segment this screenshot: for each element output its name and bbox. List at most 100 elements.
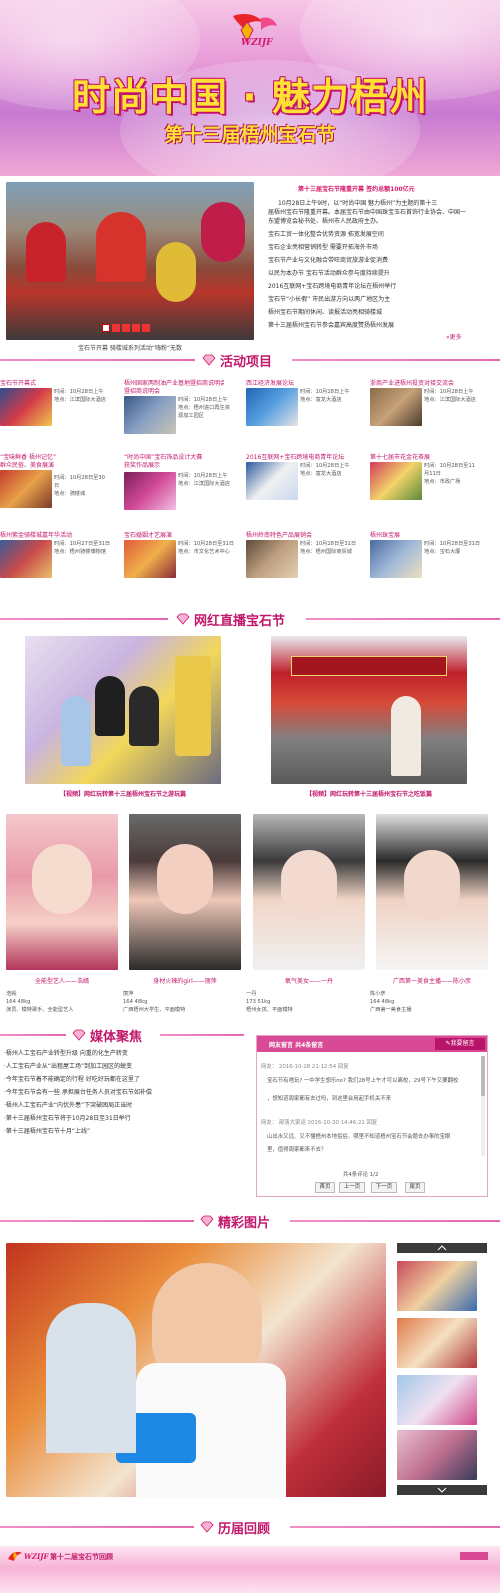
top-news-summary-1: 10月28日上午9时，以“时尚中国 魅力梧州”为主题的第十三 bbox=[278, 200, 438, 207]
gallery-thumbnail[interactable] bbox=[397, 1430, 477, 1480]
media-news-item[interactable]: ·今年宝石节着不能确定的行程 好吃好玩都在这里了 bbox=[4, 1074, 140, 1083]
activity-place: 地点：市文化艺术中心 bbox=[178, 549, 230, 555]
banner-subtitle: 第十三届梧州宝石节 bbox=[164, 124, 336, 146]
activity-time: 时间：10月28日上午 bbox=[178, 473, 228, 479]
top-news-summary-3: 东盟博览会秘书处、梧州市人民政府主办。 bbox=[268, 218, 383, 225]
news-list-item[interactable]: 宝石企业亮相营销转型 需要开拓海外市场 bbox=[268, 242, 378, 251]
diamond-icon bbox=[176, 613, 190, 625]
featured-photo[interactable] bbox=[6, 1243, 386, 1497]
chevron-up-icon bbox=[437, 1245, 447, 1251]
anchor-photo[interactable] bbox=[253, 814, 365, 970]
activity-thumbnail[interactable] bbox=[246, 462, 298, 500]
review-banner[interactable]: WZIJF 第十二届宝石节回顾 bbox=[0, 1546, 500, 1568]
activity-title[interactable]: 梧州岭南特色产品展销会 bbox=[246, 530, 364, 539]
activity-thumbnail[interactable] bbox=[246, 540, 298, 578]
activity-title[interactable]: 第十七届市花金花茶展 bbox=[370, 452, 496, 461]
activity-title[interactable]: 梧州紫金骑楼城嘉年华活动 bbox=[0, 530, 118, 539]
news-list-item[interactable]: 宝石节产业与文化融合带旺商贸旅游业促消费 bbox=[268, 255, 388, 264]
gallery-thumbnail[interactable] bbox=[397, 1261, 477, 1311]
activity-time: 时间：10月28日至30 bbox=[54, 475, 105, 481]
activity-title[interactable]: 浙商产业进梧州投资对接交流会 bbox=[370, 378, 496, 387]
activity-thumbnail[interactable] bbox=[124, 396, 176, 434]
thumbnail-scroll-down[interactable] bbox=[397, 1485, 487, 1495]
activity-time: 时间：10月28日上午 bbox=[300, 389, 350, 395]
activity-time: 时间：10月28日上午 bbox=[424, 389, 474, 395]
video-thumbnail[interactable] bbox=[25, 636, 221, 784]
next-page-button[interactable]: 下一页 bbox=[371, 1182, 397, 1193]
gallery-thumbnail[interactable] bbox=[397, 1375, 477, 1425]
anchor-name[interactable]: 身材火辣的girl——丽萍 bbox=[129, 976, 241, 985]
media-news-item[interactable]: ·人工宝石产业从“出租屋工场”到加工园区的蜕变 bbox=[4, 1061, 132, 1070]
activity-time: 时间：10月28日至11 bbox=[424, 463, 475, 469]
media-news-item[interactable]: ·梧州人工宝石产业“内忧外患”下突破困局正当时 bbox=[4, 1100, 132, 1109]
activity-thumbnail[interactable] bbox=[246, 388, 298, 426]
activity-thumbnail[interactable] bbox=[0, 540, 52, 578]
scrollbar[interactable] bbox=[481, 1056, 485, 1156]
opening-parade-photo[interactable] bbox=[6, 182, 254, 340]
section-title: 媒体聚焦 bbox=[90, 1030, 143, 1045]
anchor-photo[interactable] bbox=[376, 814, 488, 970]
activity-thumbnail[interactable] bbox=[370, 540, 422, 578]
media-news-item[interactable]: ·今年宝石节会有一些 承担展台任务人员对宝石节如补偿 bbox=[4, 1087, 152, 1096]
diamond-icon bbox=[202, 354, 216, 366]
thumbnail-scroll-up[interactable] bbox=[397, 1243, 487, 1253]
activity-place: 地点：江滨国际大酒店 bbox=[178, 481, 230, 487]
video-thumbnail[interactable] bbox=[271, 636, 467, 784]
activity-thumbnail[interactable] bbox=[0, 470, 52, 508]
message-board-title: 网友留言 共4条留言 bbox=[269, 1042, 324, 1049]
activity-title[interactable]: 梧州珠宝展 bbox=[370, 530, 488, 539]
leave-message-button[interactable]: ✎我要留言 bbox=[435, 1038, 485, 1050]
activity-time: 时间：10月28日至31日 bbox=[424, 541, 481, 547]
anchor-photo[interactable] bbox=[6, 814, 118, 970]
photo-caption: 宝石节开幕 骑楼城系列活动“嗨粉”无数 bbox=[77, 345, 183, 352]
gallery-thumbnail[interactable] bbox=[397, 1318, 477, 1368]
anchor-name[interactable]: 氧气美女——一丹 bbox=[253, 976, 365, 985]
news-list-item[interactable]: 2016互联网+宝石跨境电商青年论坛在梧州举行 bbox=[268, 281, 396, 290]
activity-time: 时间：10月28日至31日 bbox=[178, 541, 235, 547]
review-more-tab[interactable] bbox=[460, 1552, 488, 1560]
video-caption[interactable]: 【视频】网红玩转第十三届梧州宝石节之游玩篇 bbox=[25, 789, 221, 798]
message-meta: 网友： 2016-10-28 21:12:54 回复 bbox=[261, 1064, 349, 1070]
news-list-item[interactable]: 以民为本办节 宝石节活动群众参与度持续提升 bbox=[268, 268, 390, 277]
activity-place: 地点：宝石大厦 bbox=[424, 549, 461, 555]
festival-logo-text: WZIJF bbox=[241, 38, 273, 48]
last-page-button[interactable]: 尾页 bbox=[405, 1182, 425, 1193]
more-link[interactable]: »更多 bbox=[446, 332, 462, 341]
anchor-photo[interactable] bbox=[129, 814, 241, 970]
pagination-info: 共4条评论 1/2 bbox=[343, 1172, 379, 1178]
section-header-live: 网红直播宝石节 bbox=[0, 612, 500, 629]
activity-title[interactable]: 宝石节开幕式 bbox=[0, 378, 118, 387]
chevron-down-icon bbox=[437, 1487, 447, 1493]
anchor-name[interactable]: 全能型艺人——浩嫣 bbox=[6, 976, 118, 985]
anchor-name[interactable]: 广西第一美食主播——陈小彦 bbox=[376, 976, 488, 985]
news-list-item[interactable]: 第十三届梧州宝石节参会嘉宾高度赞扬梧州发展 bbox=[268, 320, 394, 329]
activity-thumbnail[interactable] bbox=[0, 388, 52, 426]
activity-time: 时间：10月28日上午 bbox=[300, 463, 350, 469]
activity-thumbnail[interactable] bbox=[370, 388, 422, 426]
activity-title[interactable]: 2016互联网+宝石跨境电商青年论坛 bbox=[246, 452, 366, 461]
media-news-item[interactable]: ·第十三届梧州宝石节将于10月28日至31日举行 bbox=[4, 1113, 131, 1122]
top-news-headline[interactable]: 第十三届宝石节隆重开幕 签约总额100亿元 bbox=[298, 184, 415, 193]
activity-title[interactable]: 西江经济发展论坛 bbox=[246, 378, 364, 387]
activity-thumbnail[interactable] bbox=[124, 540, 176, 578]
hero-banner: WZIJF 时尚中国 · 魅力梧州 第十三届梧州宝石节 bbox=[0, 0, 500, 176]
first-page-button[interactable]: 首页 bbox=[315, 1182, 335, 1193]
activity-time: 时间：10月28日至31日 bbox=[300, 541, 357, 547]
media-news-item[interactable]: ·第十三届梧州宝石节十月“上线” bbox=[4, 1126, 90, 1135]
activity-title[interactable]: 宝石婚姻才艺展演 bbox=[124, 530, 242, 539]
activity-thumbnail[interactable] bbox=[124, 472, 176, 510]
diamond-icon bbox=[200, 1215, 214, 1227]
activity-place: 地点：骑楼城 bbox=[54, 491, 86, 497]
activity-thumbnail[interactable] bbox=[370, 462, 422, 500]
section-header-photos: 精彩图片 bbox=[0, 1214, 500, 1231]
news-list-item[interactable]: 宝石工贸一体化整合优势资源 拓宽发展空间 bbox=[268, 229, 384, 238]
media-news-item[interactable]: ·梧州人工宝石产业转型升级 向重的化生产转变 bbox=[4, 1048, 128, 1057]
video-caption[interactable]: 【视频】网红玩转第十三届梧州宝石节之吃饭篇 bbox=[271, 789, 467, 798]
prev-page-button[interactable]: 上一页 bbox=[339, 1182, 365, 1193]
news-list-item[interactable]: 宝石节“小长假” 市民出游方向以两广地区为主 bbox=[268, 294, 390, 303]
news-list-item[interactable]: 梧州宝石节期间休闲、读报活动亮相骑楼城 bbox=[268, 307, 382, 316]
activity-time: 时间：10月28日上午 bbox=[54, 389, 104, 395]
message-text: 宝石节有啥玩? 一中学生想乐no? 我们28号上午才可以离校，29号下午又要翻校 bbox=[267, 1078, 459, 1084]
message-text: 山出水又远、又不懂梧州本地俗俗、哪里不知道梧州宝石节会题去办事的宝眼 bbox=[267, 1134, 451, 1140]
activity-time: 时间：10月27日至31日 bbox=[54, 541, 111, 547]
